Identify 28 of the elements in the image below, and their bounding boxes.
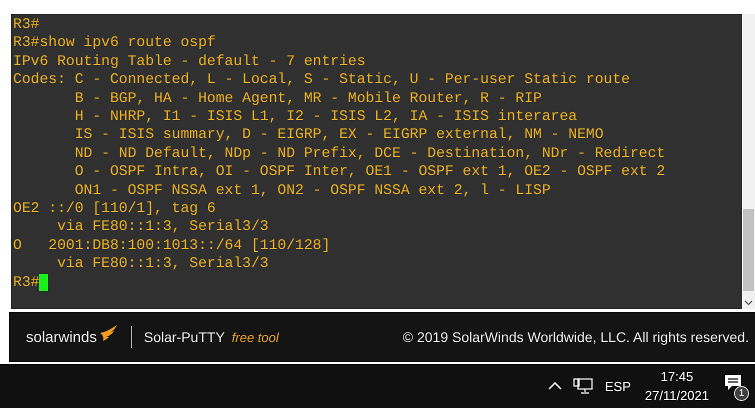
- terminal-line: R3#show ipv6 route ospf: [13, 34, 216, 53]
- terminal-line: Codes: C - Connected, L - Local, S - Static, U - Per-user Static route: [13, 71, 630, 90]
- scrollbar-thumb[interactable]: [743, 209, 754, 291]
- terminal-line: O - OSPF Intra, OI - OSPF Inter, OE1 - OSPF ext 1, OE2 - OSPF ext 2: [74, 163, 666, 182]
- product-name: Solar-PuTTY: [144, 329, 225, 345]
- notification-badge: 1: [734, 386, 749, 401]
- terminal-line: IPv6 Routing Table - default - 7 entries: [13, 52, 366, 72]
- terminal-line: OE2 ::/0 [110/1], tag 6: [13, 200, 216, 218]
- network-icon[interactable]: [572, 377, 593, 395]
- terminal-line: R3#: [13, 16, 40, 34]
- terminal-line: H - NHRP, I1 - ISIS L1, I2 - ISIS L2, IA - ISIS interarea: [74, 108, 578, 126]
- terminal-line: O 2001:DB8:100:1013::/64 [110/128]: [13, 236, 330, 256]
- terminal-line: ON1 - OSPF NSSA ext 1, ON2 - OSPF NSSA ext 2, l - LISP: [74, 182, 551, 200]
- terminal-line: via FE80::1:3, Serial3/3: [56, 255, 269, 274]
- terminal-line: via FE80::1:3, Serial3/3: [56, 218, 269, 237]
- language-indicator[interactable]: ESP: [604, 378, 631, 394]
- terminal-line: IS - ISIS summary, D - EIGRP, EX - EIGRP external, NM - NEMO: [74, 126, 604, 145]
- cursor: [39, 274, 48, 292]
- product-tag: free tool: [232, 330, 279, 344]
- scrollbar[interactable]: [742, 14, 755, 309]
- copyright-text: © 2019 SolarWinds Worldwide, LLC. All rights reserved.: [402, 329, 749, 345]
- chevron-down-icon[interactable]: [744, 298, 753, 307]
- command-prompt: R3#: [13, 274, 40, 292]
- brand-logo-text: solarwinds: [26, 328, 97, 346]
- terminal-line: B - BGP, HA - Home Agent, MR - Mobile Router, R - RIP: [74, 90, 542, 108]
- flame-icon: [98, 325, 119, 341]
- clock[interactable]: 17:45 27/11/2021: [644, 367, 709, 405]
- terminal-line: ND - ND Default, NDp - ND Prefix, DCE - Destination, NDr - Redirect: [74, 144, 666, 164]
